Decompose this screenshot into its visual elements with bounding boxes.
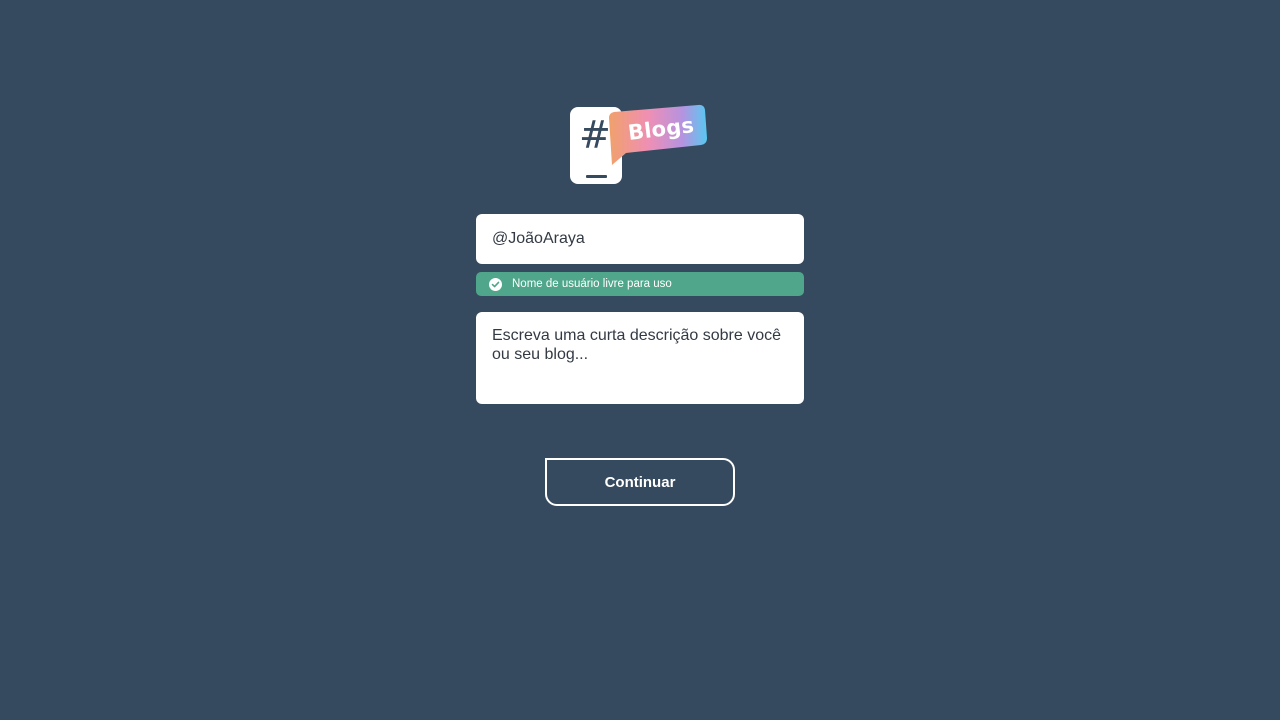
description-textarea[interactable]: Escreva uma curta descrição sobre você o… [476, 312, 804, 404]
status-text: Nome de usuário livre para uso [512, 278, 672, 290]
hash-symbol: # [579, 113, 611, 157]
blogs-logo: # Blogs [570, 104, 710, 186]
username-value: @JoãoAraya [492, 230, 585, 247]
continue-button-label: Continuar [604, 473, 676, 491]
description-placeholder: Escreva uma curta descrição sobre você o… [492, 327, 782, 363]
username-status-badge: Nome de usuário livre para uso [476, 272, 804, 296]
check-circle-icon [489, 277, 502, 291]
logo-dash [586, 175, 607, 178]
continue-button[interactable]: Continuar [545, 458, 735, 506]
username-input[interactable]: @JoãoAraya [476, 214, 804, 264]
